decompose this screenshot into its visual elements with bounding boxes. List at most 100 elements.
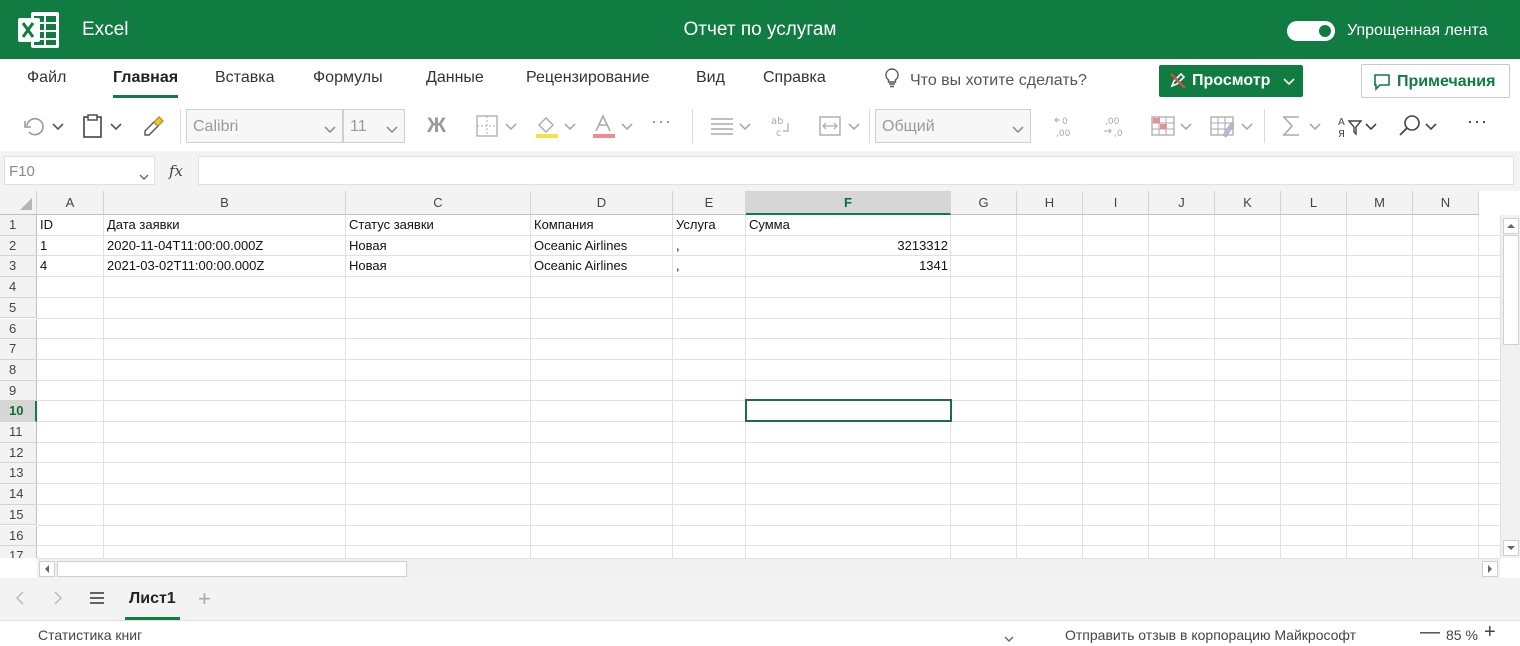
all-sheets-menu-icon[interactable] — [89, 591, 105, 608]
tab-help[interactable]: Справка — [763, 69, 826, 87]
scroll-thumb[interactable] — [1503, 235, 1519, 345]
cell-B3[interactable]: 2021-03-02T11:00:00.000Z — [104, 256, 346, 277]
wrap-text-icon[interactable]: ab c — [770, 113, 794, 139]
row-header-15[interactable]: 15 — [0, 504, 37, 526]
workbook-statistics[interactable]: Статистика книг — [38, 627, 142, 643]
merge-cells-button[interactable] — [818, 113, 864, 139]
cell-C2[interactable]: Новая — [346, 236, 531, 257]
cell-A1[interactable]: ID — [37, 215, 104, 236]
tab-insert[interactable]: Вставка — [215, 69, 274, 87]
tab-view[interactable]: Вид — [696, 69, 725, 87]
more-options-button[interactable]: ··· — [1467, 111, 1488, 137]
view-mode-button[interactable]: Просмотр — [1159, 65, 1303, 97]
font-color-button[interactable] — [591, 113, 635, 139]
cell-F3[interactable]: 1341 — [746, 256, 951, 277]
tab-data[interactable]: Данные — [426, 69, 484, 87]
row-header-6[interactable]: 6 — [0, 318, 37, 340]
row-header-1[interactable]: 1 — [0, 215, 37, 236]
cell-E3[interactable]: , — [673, 256, 746, 277]
row-header-16[interactable]: 16 — [0, 525, 37, 547]
bold-button[interactable]: Ж — [427, 114, 446, 140]
zoom-in-button[interactable]: + — [1484, 621, 1496, 644]
more-font-options-button[interactable]: ··· — [651, 111, 672, 137]
select-all-corner[interactable] — [0, 191, 37, 215]
column-header-J[interactable]: J — [1149, 191, 1215, 215]
column-header-H[interactable]: H — [1017, 191, 1083, 215]
cell-B1[interactable]: Дата заявки — [104, 215, 346, 236]
document-title[interactable]: Отчет по услугам — [684, 19, 837, 40]
feedback-link[interactable]: Отправить отзыв в корпорацию Майкрософт — [1065, 627, 1356, 643]
zoom-out-button[interactable]: — — [1420, 621, 1440, 644]
name-box[interactable]: F10 — [4, 156, 155, 185]
align-button[interactable] — [709, 113, 755, 139]
chevron-left-icon[interactable] — [14, 590, 26, 609]
row-header-9[interactable]: 9 — [0, 380, 37, 402]
decrease-decimal-icon[interactable]: ,00,0 — [1100, 113, 1126, 139]
column-header-I[interactable]: I — [1083, 191, 1149, 215]
cell-B2[interactable]: 2020-11-04T11:00:00.000Z — [104, 236, 346, 257]
number-format-select[interactable]: Общий — [875, 109, 1031, 143]
add-sheet-icon[interactable]: + — [198, 586, 211, 612]
row-header-8[interactable]: 8 — [0, 359, 37, 381]
column-header-G[interactable]: G — [951, 191, 1017, 215]
cell-D3[interactable]: Oceanic Airlines — [531, 256, 673, 277]
column-header-B[interactable]: B — [104, 191, 346, 215]
cell-E1[interactable]: Услуга — [673, 215, 746, 236]
column-header-M[interactable]: M — [1347, 191, 1413, 215]
row-header-12[interactable]: 12 — [0, 442, 37, 464]
simplified-ribbon-toggle[interactable] — [1287, 21, 1335, 41]
cell-A2[interactable]: 1 — [37, 236, 104, 257]
active-cell-F10[interactable] — [745, 399, 952, 422]
row-header-4[interactable]: 4 — [0, 277, 37, 298]
font-name-select[interactable]: Calibri — [186, 109, 343, 143]
column-header-A[interactable]: A — [37, 191, 104, 215]
row-header-5[interactable]: 5 — [0, 297, 37, 319]
vertical-scrollbar[interactable] — [1500, 215, 1520, 558]
row-header-14[interactable]: 14 — [0, 484, 37, 505]
format-as-table-button[interactable] — [1209, 113, 1255, 139]
chevron-right-icon[interactable] — [52, 590, 64, 609]
column-header-N[interactable]: N — [1413, 191, 1479, 215]
cell-F2[interactable]: 3213312 — [746, 236, 951, 257]
column-header-E[interactable]: E — [673, 191, 746, 215]
row-header-3[interactable]: 3 — [0, 256, 37, 278]
cell-C3[interactable]: Новая — [346, 256, 531, 277]
column-header-L[interactable]: L — [1281, 191, 1347, 215]
scroll-right-button[interactable] — [1482, 561, 1498, 577]
tab-file[interactable]: Файл — [27, 69, 66, 87]
scroll-thumb[interactable] — [57, 561, 407, 577]
column-header-D[interactable]: D — [531, 191, 673, 215]
cell-C1[interactable]: Статус заявки — [346, 215, 531, 236]
cell-D1[interactable]: Компания — [531, 215, 673, 236]
format-painter-icon[interactable] — [141, 113, 167, 139]
undo-button[interactable] — [22, 113, 68, 139]
cell-E2[interactable]: , — [673, 236, 746, 257]
column-header-C[interactable]: C — [346, 191, 531, 215]
chevron-down-icon[interactable] — [1004, 630, 1014, 646]
sort-filter-button[interactable]: АЯ — [1337, 113, 1383, 139]
row-header-2[interactable]: 2 — [0, 235, 37, 257]
autosum-button[interactable] — [1281, 113, 1327, 139]
tab-home[interactable]: Главная — [113, 69, 179, 98]
row-header-13[interactable]: 13 — [0, 463, 37, 485]
font-size-select[interactable]: 11 — [343, 109, 405, 143]
scroll-left-button[interactable] — [39, 561, 55, 577]
cell-F1[interactable]: Сумма — [746, 215, 951, 236]
find-button[interactable] — [1397, 113, 1443, 139]
increase-decimal-icon[interactable]: 0,00 — [1053, 113, 1079, 139]
cell-A3[interactable]: 4 — [37, 256, 104, 277]
row-header-17[interactable]: 17 — [0, 546, 37, 558]
row-header-10[interactable]: 10 — [0, 401, 37, 422]
sheet-tab-1[interactable]: Лист1 — [125, 590, 180, 620]
row-header-7[interactable]: 7 — [0, 339, 37, 360]
scroll-down-button[interactable] — [1503, 540, 1519, 556]
excel-logo-icon[interactable] — [17, 10, 61, 50]
borders-button[interactable] — [475, 113, 519, 139]
spreadsheet-grid[interactable]: ABCDEFGHIJKLMN 1 2 3 4 5 6 7 8 9 10 11 12 13 14 15 16 17… — [0, 191, 1520, 558]
horizontal-scrollbar[interactable] — [37, 558, 1500, 578]
tab-formulas[interactable]: Формулы — [313, 69, 383, 87]
cell-D2[interactable]: Oceanic Airlines — [531, 236, 673, 257]
fill-color-button[interactable] — [534, 113, 578, 139]
column-header-K[interactable]: K — [1215, 191, 1281, 215]
formula-input[interactable] — [198, 156, 1514, 185]
